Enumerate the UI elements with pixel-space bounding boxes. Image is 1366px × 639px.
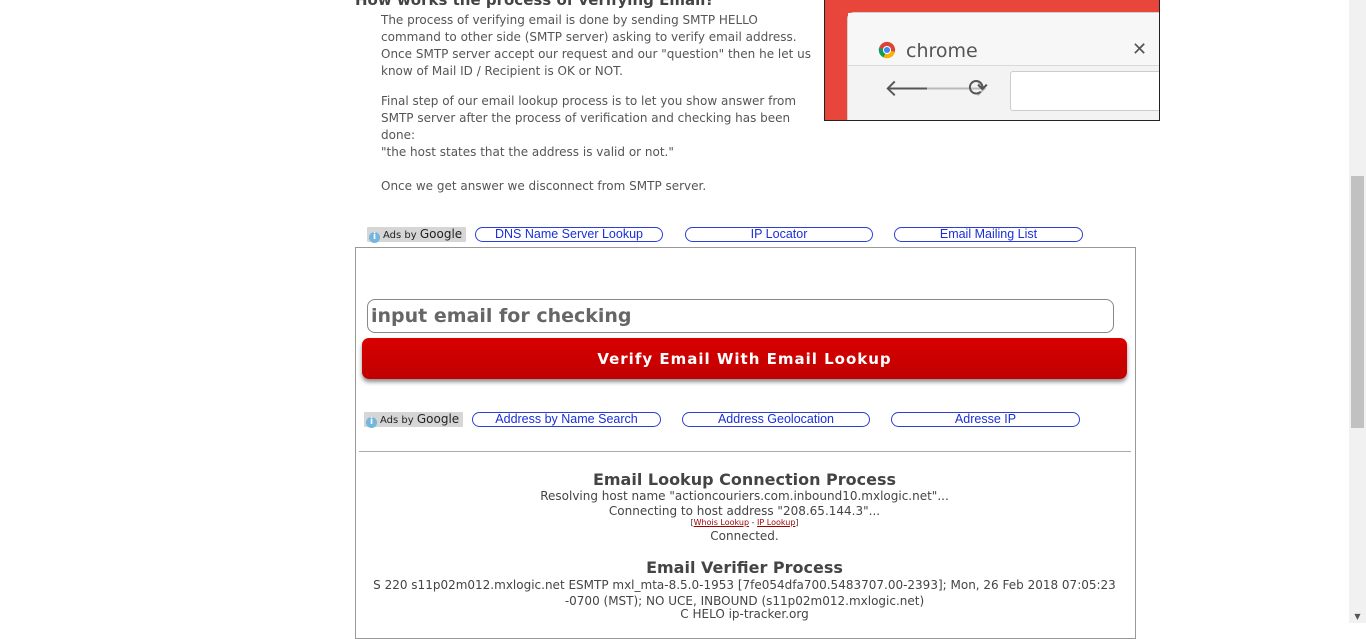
- browser-tab-title: chrome: [906, 40, 978, 62]
- process-paragraph-3: Once we get answer we disconnect from SM…: [381, 179, 707, 193]
- process-paragraph-1: The process of verifying email is done b…: [381, 13, 811, 78]
- ad-link-dns-name-server-lookup[interactable]: DNS Name Server Lookup: [475, 227, 663, 242]
- scroll-down-arrow-icon[interactable]: ▼: [1349, 612, 1366, 621]
- browser-tab-row: chrome ✕: [848, 13, 1159, 66]
- page-scrollbar[interactable]: ▼: [1349, 0, 1366, 623]
- info-icon: i: [366, 417, 377, 428]
- info-icon: i: [369, 232, 380, 243]
- section-heading: How works the process of verifying Email…: [355, 0, 715, 9]
- close-icon: ✕: [1132, 39, 1148, 60]
- ads-by-text: Ads by: [383, 230, 417, 241]
- connecting-host-line: Connecting to host address "208.65.144.3…: [608, 504, 881, 518]
- ads-by-google-label[interactable]: i Ads by Google: [364, 412, 464, 428]
- address-bar-illustration: [1010, 71, 1159, 111]
- chrome-logo-icon: [878, 41, 896, 59]
- smtp-response-line: S 220 s11p02m012.mxlogic.net ESMTP mxl_m…: [373, 578, 1116, 608]
- google-text: Google: [419, 227, 463, 241]
- chrome-browser-illustration: chrome ✕ 🡐 🡒 ⟳: [824, 0, 1160, 121]
- whois-lookup-link[interactable]: Whois Lookup: [694, 518, 749, 527]
- host-states-quote: "the host states that the address is val…: [381, 145, 674, 159]
- browser-window: chrome ✕ 🡐 🡒 ⟳: [847, 12, 1159, 120]
- ad-link-adresse-ip[interactable]: Adresse IP: [891, 412, 1080, 427]
- connected-status: Connected.: [710, 529, 779, 543]
- verifier-process-title: Email Verifier Process: [646, 558, 843, 577]
- lookup-links: [Whois Lookup - IP Lookup]: [690, 518, 799, 527]
- reload-icon: ⟳: [968, 74, 989, 102]
- connection-process-title: Email Lookup Connection Process: [592, 470, 897, 489]
- ads-by-text: Ads by: [380, 415, 414, 426]
- ad-link-email-mailing-list[interactable]: Email Mailing List: [894, 227, 1083, 242]
- final-step-text: Final step of our email lookup process i…: [381, 94, 797, 142]
- ads-links-row-top: i Ads by Google DNS Name Server Lookup IP…: [367, 227, 1087, 243]
- scrollbar-thumb[interactable]: [1351, 176, 1364, 428]
- ad-link-ip-locator[interactable]: IP Locator: [685, 227, 873, 242]
- ip-lookup-link[interactable]: IP Lookup: [757, 518, 795, 527]
- process-paragraph-2: Final step of our email lookup process i…: [381, 93, 811, 161]
- ad-link-address-by-name-search[interactable]: Address by Name Search: [472, 412, 661, 427]
- verify-email-button[interactable]: Verify Email With Email Lookup: [362, 338, 1127, 379]
- ads-by-google-label[interactable]: i Ads by Google: [367, 227, 467, 243]
- results-divider: [359, 451, 1131, 452]
- helo-command-line: C HELO ip-tracker.org: [680, 607, 809, 621]
- resolving-host-line: Resolving host name "actioncouriers.com.…: [540, 489, 949, 503]
- google-text: Google: [416, 412, 460, 426]
- email-input[interactable]: [367, 299, 1114, 333]
- ads-links-row-bottom: i Ads by Google Address by Name Search Ad…: [364, 412, 1084, 428]
- ad-link-address-geolocation[interactable]: Address Geolocation: [682, 412, 870, 427]
